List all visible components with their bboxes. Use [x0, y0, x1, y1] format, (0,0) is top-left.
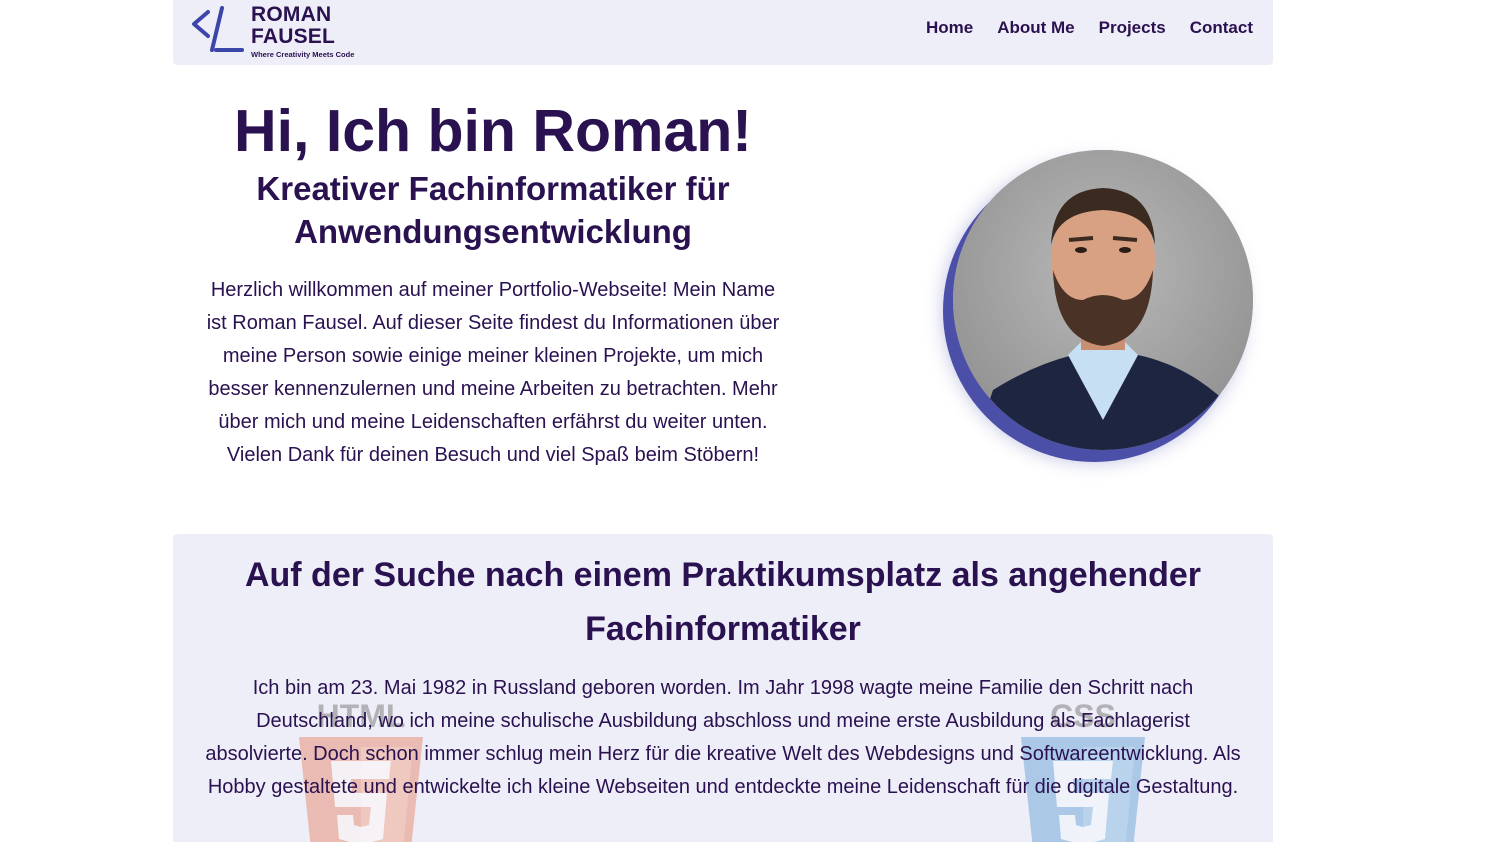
profile-photo — [953, 150, 1253, 450]
about-title: Auf der Suche nach einem Praktikumsplatz… — [244, 556, 1202, 648]
portrait-frame — [943, 150, 1255, 462]
hero-intro: Herzlich willkommen auf meiner Portfolio… — [206, 279, 780, 466]
logo-name-line2: FAUSEL — [251, 25, 336, 48]
site-logo[interactable]: ROMAN FAUSEL Where Creativity Meets Code — [192, 4, 362, 60]
hero-subtitle-line1: Kreativer Fachinformatiker für — [256, 170, 730, 207]
main-nav: Home About Me Projects Contact — [926, 18, 1253, 38]
hero-section: Hi, Ich bin Roman! Kreativer Fachinforma… — [195, 96, 791, 472]
hero-subtitle-line2: Anwendungsentwicklung — [294, 213, 692, 250]
nav-home[interactable]: Home — [926, 18, 973, 38]
logo-tagline: Where Creativity Meets Code — [251, 50, 355, 59]
profile-photo-illustration — [953, 150, 1253, 450]
code-slash-icon — [192, 6, 244, 52]
about-text: Ich bin am 23. Mai 1982 in Russland gebo… — [205, 677, 1241, 798]
logo-text: ROMAN FAUSEL Where Creativity Meets Code — [251, 3, 355, 60]
nav-projects[interactable]: Projects — [1099, 18, 1166, 38]
hero-title: Hi, Ich bin Roman! — [234, 98, 752, 164]
about-section: HTML CSS Auf der Suche nach einem Prakti… — [173, 534, 1273, 842]
page: ROMAN FAUSEL Where Creativity Meets Code… — [173, 0, 1273, 842]
logo-name-line1: ROMAN — [251, 3, 332, 26]
nav-contact[interactable]: Contact — [1190, 18, 1253, 38]
nav-about-me[interactable]: About Me — [997, 18, 1074, 38]
hero-subtitle: Kreativer Fachinformatiker für Anwendung… — [195, 167, 791, 253]
site-header: ROMAN FAUSEL Where Creativity Meets Code… — [173, 0, 1273, 65]
